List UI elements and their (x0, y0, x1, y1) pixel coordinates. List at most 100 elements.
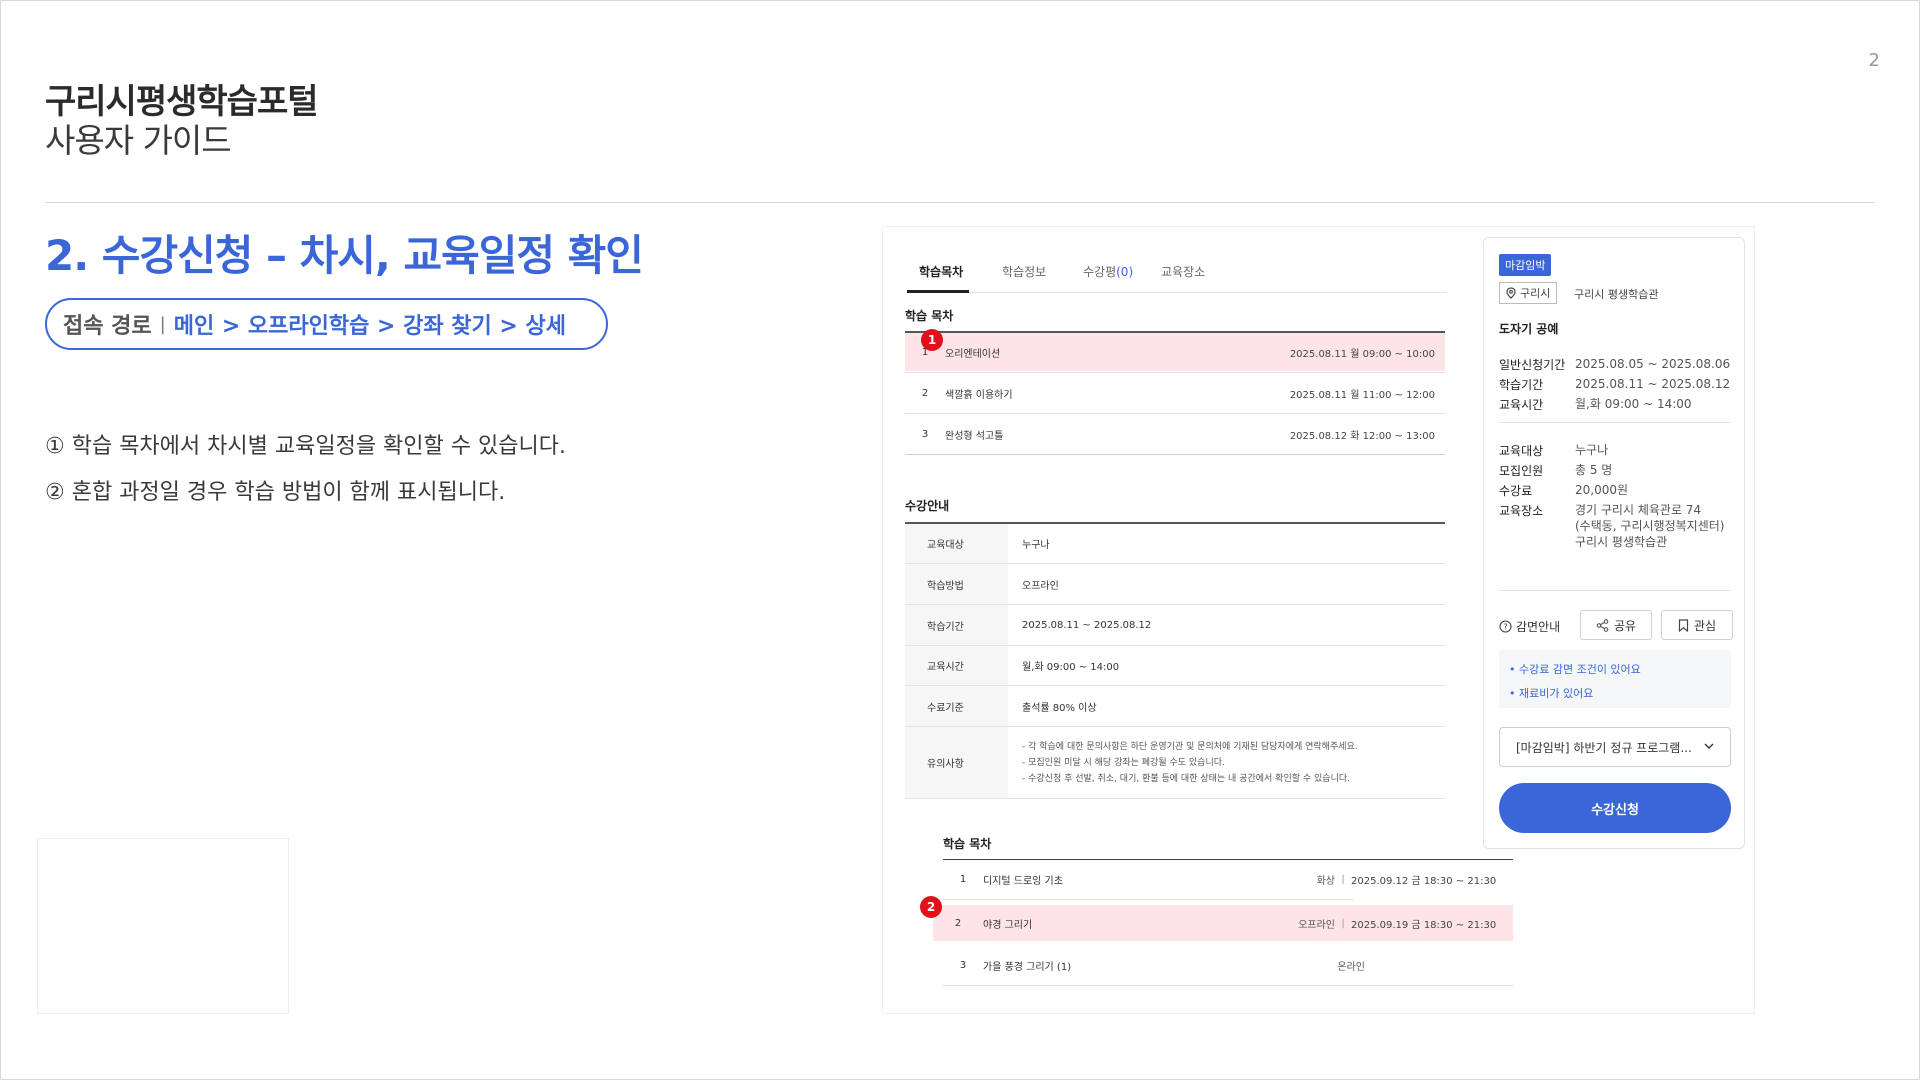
detail-key: 수강료 (1499, 484, 1533, 498)
detail-value: 총 5 명 (1575, 463, 1613, 477)
tab-reviews-count: (0) (1116, 265, 1134, 279)
place-line: (수택동, 구리시행정복지센터) (1575, 519, 1725, 533)
schedule-value: 2025.08.05 ~ 2025.08.06 (1575, 357, 1731, 371)
info-row: 학습방법 오프라인 (905, 564, 1445, 605)
info-key: 교육시간 (905, 646, 1008, 685)
toc-row-num: 3 (921, 428, 929, 440)
location-chip: 구리시 (1499, 282, 1558, 304)
place-lines: 경기 구리시 체육관로 74 (수택동, 구리시행정복지센터) 구리시 평생학습… (1575, 502, 1724, 550)
row-divider (905, 372, 1445, 373)
blank-placeholder-box (37, 838, 289, 1014)
description-2: ② 혼합 과정일 경우 학습 방법이 함께 표시됩니다. (45, 480, 506, 505)
apply-button[interactable]: 수강신청 (1499, 783, 1731, 833)
place-key: 교육장소 (1499, 504, 1544, 518)
card-divider (1499, 590, 1731, 591)
row-divider (905, 454, 1445, 455)
row-divider (905, 413, 1445, 414)
program-select-value: [마감임박] 하반기 정규 프로그램... (1516, 740, 1692, 755)
schedule-value: 월,화 09:00 ~ 14:00 (1575, 397, 1692, 411)
toc2-row-method: 화상 (1316, 875, 1335, 887)
info-row: 교육시간 월,화 09:00 ~ 14:00 (905, 646, 1445, 686)
schedule-key: 교육시간 (1499, 398, 1544, 412)
toc-row[interactable]: 1 오리엔테이션 2025.08.11 월 09:00 ~ 10:00 (905, 333, 1445, 371)
toc2-row-title: 디지털 드로잉 기초 (983, 875, 1063, 887)
chevron-down-icon (1704, 743, 1714, 749)
toc2-top-rule (943, 859, 1513, 860)
toc-row[interactable]: 3 완성형 석고틀 2025.08.12 화 12:00 ~ 13:00 (905, 415, 1445, 453)
detail-tabs: 학습목차 학습정보 수강평(0) 교육장소 (907, 257, 1447, 293)
notice-lines: - 각 학습에 대한 문의사항은 하단 운영기관 및 문의처에 기재된 담당자에… (1008, 727, 1445, 798)
share-button[interactable]: 공유 (1580, 610, 1652, 640)
info-value: 출석률 80% 이상 (1022, 702, 1097, 714)
marker-badge-1: 1 (921, 329, 943, 351)
notice-line: - 수강신청 후 선발, 취소, 대기, 환불 등에 대한 상태는 내 공간에서… (1022, 773, 1350, 784)
tab-location[interactable]: 교육장소 (1161, 263, 1205, 280)
toc-row[interactable]: 2 색깔흙 이용하기 2025.08.11 월 11:00 ~ 12:00 (905, 374, 1445, 412)
info-key: 수료기준 (905, 686, 1008, 726)
place-row: 교육장소 경기 구리시 체육관로 74 (수택동, 구리시행정복지센터) 구리시… (1499, 502, 1724, 550)
program-select[interactable]: [마감임박] 하반기 정규 프로그램... (1499, 727, 1731, 767)
detail-row: 모집인원 총 5 명 (1499, 462, 1612, 479)
toc-row-date: 2025.08.11 월 09:00 ~ 10:00 (1289, 348, 1435, 360)
fee-notice-item: • 재료비가 있어요 (1509, 687, 1594, 700)
detail-row: 수강료 20,000원 (1499, 482, 1628, 499)
detail-value: 20,000원 (1575, 483, 1629, 497)
location-name: 구리시 평생학습관 (1574, 288, 1659, 301)
toc2-row[interactable]: 1 디지털 드로잉 기초 화상 | 2025.09.12 금 18:30 ~ 2… (943, 861, 1513, 897)
question-circle-icon: ? (1499, 620, 1512, 633)
svg-text:?: ? (1503, 622, 1507, 631)
toc2-row-num: 3 (959, 959, 967, 971)
detail-key: 모집인원 (1499, 464, 1544, 478)
share-label: 공유 (1613, 618, 1637, 633)
schedule-value: 2025.08.11 ~ 2025.08.12 (1575, 377, 1731, 391)
toc2-row[interactable]: 3 가을 풍경 그리기 (1) 온라인 (943, 947, 1513, 983)
info-key: 유의사항 (905, 727, 1008, 798)
toc-row-title: 색깔흙 이용하기 (945, 389, 1013, 401)
location-pin-icon (1506, 287, 1516, 299)
info-row: 수료기준 출석률 80% 이상 (905, 686, 1445, 727)
info-key: 학습방법 (905, 564, 1008, 604)
toc2-row-title: 야경 그리기 (983, 919, 1033, 931)
info-row: 교육대상 누구나 (905, 524, 1445, 564)
toc2-row-pipe: | (1341, 917, 1345, 929)
toc-row-date: 2025.08.12 화 12:00 ~ 13:00 (1289, 430, 1435, 442)
fee-notice-box: • 수강료 감면 조건이 있어요 • 재료비가 있어요 (1499, 650, 1731, 708)
detail-key: 교육대상 (1499, 444, 1544, 458)
route-separator: | (159, 313, 166, 335)
toc2-heading: 학습 목차 (943, 837, 992, 851)
info-key: 학습기간 (905, 605, 1008, 645)
tab-toc[interactable]: 학습목차 (919, 263, 963, 280)
info-key: 교육대상 (905, 524, 1008, 563)
route-path: 메인 > 오프라인학습 > 강좌 찾기 > 상세 (173, 314, 566, 339)
toc2-row-num: 1 (959, 873, 967, 885)
notice-line: - 각 학습에 대한 문의사항은 하단 운영기관 및 문의처에 기재된 담당자에… (1022, 741, 1358, 752)
toc-row-date: 2025.08.11 월 11:00 ~ 12:00 (1289, 389, 1435, 401)
toc2-row-num: 2 (954, 917, 962, 929)
schedule-row: 학습기간 2025.08.11 ~ 2025.08.12 (1499, 376, 1730, 393)
info-value: 2025.08.11 ~ 2025.08.12 (1022, 619, 1152, 631)
detail-value: 누구나 (1575, 443, 1609, 457)
description-1: ① 학습 목차에서 차시별 교육일정을 확인할 수 있습니다. (45, 434, 566, 459)
tab-info[interactable]: 학습정보 (1002, 263, 1046, 280)
toc2-row-date: 2025.09.12 금 18:30 ~ 21:30 (1351, 875, 1497, 887)
info-value: 월,화 09:00 ~ 14:00 (1022, 662, 1120, 673)
bookmark-button[interactable]: 관심 (1661, 610, 1733, 640)
tab-reviews[interactable]: 수강평(0) (1083, 263, 1133, 280)
toc2-row-title: 가을 풍경 그리기 (1) (983, 961, 1072, 973)
toc2-row-date: 2025.09.19 금 18:30 ~ 21:30 (1351, 919, 1497, 931)
info-value: 누구나 (1022, 540, 1050, 551)
detail-row: 교육대상 누구나 (1499, 442, 1608, 459)
toc2-row-method: 온라인 (1337, 961, 1365, 973)
route-label: 접속 경로 (63, 314, 152, 339)
place-line: 구리시 평생학습관 (1575, 535, 1668, 549)
row-divider (943, 985, 1513, 986)
discount-info-button[interactable]: ? 감면안내 (1499, 618, 1560, 635)
toc-heading: 학습 목차 (905, 309, 954, 323)
discount-info-label: 감면안내 (1516, 620, 1561, 634)
location-chip-label: 구리시 (1520, 287, 1551, 300)
header-divider (45, 202, 1875, 203)
notice-line: - 모집인원 미달 시 해당 강좌는 폐강될 수도 있습니다. (1022, 757, 1225, 768)
toc2-row[interactable]: 2 야경 그리기 오프라인 | 2025.09.19 금 18:30 ~ 21:… (933, 905, 1513, 941)
toc-row-title: 완성형 석고틀 (945, 430, 1004, 442)
place-line: 경기 구리시 체육관로 74 (1575, 503, 1702, 517)
